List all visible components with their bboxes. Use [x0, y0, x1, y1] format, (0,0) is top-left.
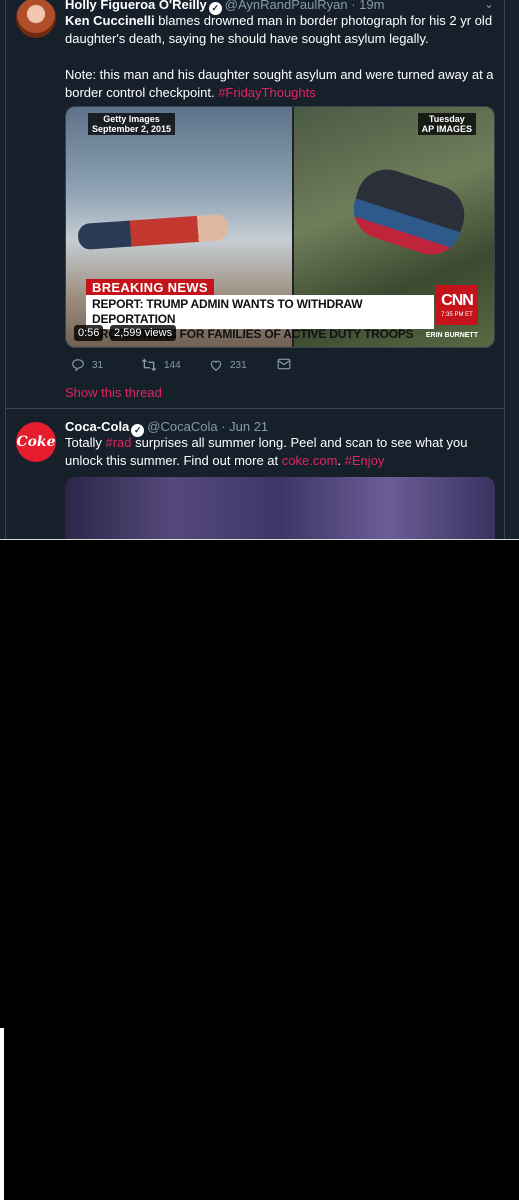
like-button[interactable]: 231 [209, 358, 247, 372]
hashtag-link[interactable]: #rad [105, 435, 131, 450]
edge-strip [0, 1028, 4, 1200]
news-chyron: REPORT: TRUMP ADMIN WANTS TO WITHDRAW DE… [86, 295, 434, 341]
tweet[interactable]: Coke Coca-Cola ✓ @CocaCola · Jun 21 Totall… [5, 409, 505, 540]
dm-icon [277, 358, 291, 370]
author-name[interactable]: Holly Figueroa O'Reilly [65, 0, 207, 12]
divider [0, 539, 519, 540]
hashtag-link[interactable]: #Enjoy [345, 453, 385, 468]
hashtag-link[interactable]: #FridayThoughts [218, 85, 316, 100]
avatar[interactable] [16, 0, 56, 38]
video-views: 2,599 views [110, 325, 177, 341]
like-icon [210, 360, 222, 371]
photo-credit-left: Getty Images September 2, 2015 [88, 113, 176, 135]
tweet-text: Totally #rad surprises all summer long. … [65, 434, 495, 470]
show-thread-link[interactable]: Show this thread [65, 385, 162, 400]
anchor-name: ERIN BURNETT [425, 332, 478, 339]
video-duration: 0:56 [74, 325, 104, 341]
photo-subject [345, 161, 473, 263]
reply-icon [72, 359, 84, 372]
dm-button[interactable] [277, 358, 291, 370]
avatar[interactable]: Coke [16, 422, 56, 462]
tweet-text-part: . [337, 453, 345, 468]
author-handle-time[interactable]: @AynRandPaulRyan · 19m [225, 0, 385, 12]
retweet-icon [141, 358, 157, 372]
tweet[interactable]: Holly Figueroa O'Reilly ✓ @AynRandPaulRyan… [5, 0, 505, 409]
url-link[interactable]: coke.com [282, 453, 338, 468]
author-handle-time[interactable]: @CocaCola · Jun 21 [147, 419, 268, 434]
tweet-text-part: Totally [65, 435, 106, 450]
tweet-text-bold: Ken Cuccinelli [65, 13, 155, 28]
reply-count: 31 [92, 359, 104, 371]
retweet-count: 144 [164, 359, 181, 371]
video-player[interactable]: Getty Images September 2, 2015 Tuesday A… [65, 106, 495, 348]
coke-logo: Coke [16, 434, 56, 450]
cnn-logo: CNN 7:35 PM ET [436, 285, 478, 325]
reply-button[interactable]: 31 [71, 358, 103, 372]
photo-credit-right: Tuesday AP IMAGES [417, 113, 476, 135]
photo-subject [77, 213, 229, 251]
timeline-feed: Holly Figueroa O'Reilly ✓ @AynRandPaulRyan… [0, 0, 519, 540]
tweet-media[interactable] [65, 477, 495, 540]
author-name[interactable]: Coca-Cola [65, 419, 129, 434]
tweet-text: Ken Cuccinelli blames drowned man in bor… [65, 12, 495, 120]
breaking-news-banner: BREAKING NEWS [86, 279, 214, 296]
tweet-actions: 31 144 231 [65, 358, 325, 376]
like-count: 231 [230, 359, 247, 371]
chevron-down-icon[interactable]: ⌄ [484, 0, 494, 11]
retweet-button[interactable]: 144 [141, 358, 181, 372]
